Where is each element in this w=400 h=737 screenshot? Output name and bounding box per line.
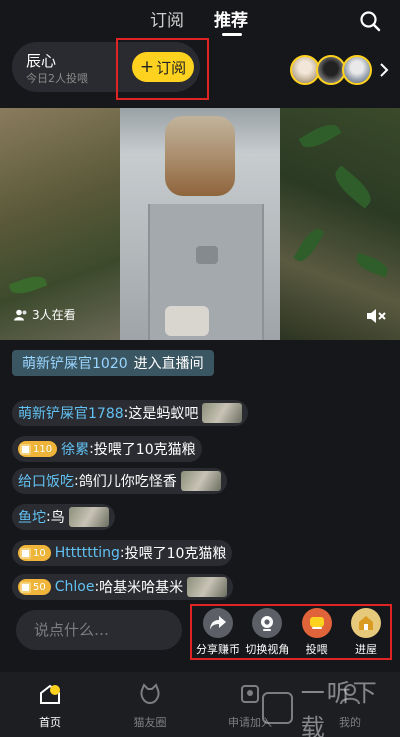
level-badge: 50 (18, 579, 51, 595)
feed-button[interactable]: 投喂 (293, 608, 341, 660)
chat-username[interactable]: 萌新铲屎官1788 (18, 403, 124, 423)
chat-text: 投喂了10克猫粮 (124, 546, 227, 562)
chat-message: 10 Htttttting : 投喂了10克猫粮 (12, 540, 233, 566)
switch-view-button[interactable]: 切换视角 (243, 608, 291, 660)
chat-text: 鸽们儿你吃怪香 (78, 474, 177, 490)
video-right-pane (270, 108, 400, 340)
chat-text: 鸟 (50, 510, 65, 526)
tab-indicator (222, 33, 242, 36)
nav-cat-circle-label: 猫友圈 (133, 716, 167, 729)
share-label: 分享赚币 (196, 643, 240, 656)
badge-icon (20, 547, 31, 559)
switch-view-label: 切换视角 (245, 643, 290, 656)
comment-input[interactable]: 说点什么… (16, 610, 182, 650)
streamer-subtitle: 今日2人投喂 (26, 72, 88, 85)
chat-text: 哈基米哈基米 (99, 580, 184, 596)
feeder-logo (196, 246, 218, 264)
nav-cat-circle[interactable]: 猫友圈 (100, 672, 200, 737)
tab-recommended[interactable]: 推荐 (214, 6, 248, 31)
chat-username[interactable]: Htttttting (55, 545, 120, 561)
chat-username[interactable]: 徐累 (61, 439, 89, 459)
tab-subscribed[interactable]: 订阅 (150, 6, 184, 31)
feed-label: 投喂 (305, 643, 328, 656)
chat-message: 萌新铲屎官1788 : 这是蚂蚁吧 (12, 400, 249, 426)
food-bowl-icon (301, 608, 332, 638)
level-number: 50 (33, 581, 46, 593)
watermark-logo (262, 692, 293, 724)
action-bar: 分享赚币 切换视角 投喂 进屋 (194, 608, 390, 660)
chat-text: 投喂了10克猫粮 (93, 442, 196, 458)
chat-message: 50 Chloe : 哈基米哈基米 (12, 574, 234, 600)
share-button[interactable]: 分享赚币 (194, 608, 242, 660)
chat-message: 给口饭吃 : 鸽们儿你吃怪香 (12, 468, 227, 494)
streamer-card[interactable]: 辰心 今日2人投喂 + 订阅 (12, 42, 200, 92)
streamer-name: 辰心 (26, 52, 57, 70)
chat-username[interactable]: 给口饭吃 (18, 471, 74, 491)
cat-face-icon (140, 683, 160, 705)
watermark-text: 一听下载 (300, 679, 379, 737)
level-number: 110 (33, 443, 53, 455)
viewer-count-text: 3人在看 (32, 308, 76, 322)
level-badge: 110 (18, 441, 58, 457)
chat-username[interactable]: 鱼坨 (18, 507, 46, 527)
people-icon (14, 309, 27, 320)
viewer-count: 3人在看 (14, 306, 76, 323)
search-icon[interactable] (358, 9, 382, 33)
enter-room-label: 进屋 (354, 643, 377, 656)
camera-icon (252, 608, 283, 638)
house-icon (350, 608, 381, 638)
chat-thumbnail[interactable] (187, 577, 228, 597)
avatar[interactable] (342, 55, 372, 85)
top-bar: 订阅 推荐 (0, 0, 400, 44)
chat-thumbnail[interactable] (202, 403, 243, 423)
subscribe-button[interactable]: + 订阅 (132, 52, 194, 82)
viewer-avatars[interactable] (290, 52, 390, 88)
chat-thumbnail[interactable] (68, 507, 109, 527)
chat-thumbnail[interactable] (180, 471, 221, 491)
chat-text: 这是蚂蚁吧 (128, 406, 199, 422)
nav-home-label: 首页 (39, 716, 61, 729)
feeder-bowl (165, 306, 209, 336)
badge-icon (20, 581, 31, 593)
enter-room-button[interactable]: 进屋 (342, 608, 390, 660)
chat-username[interactable]: Chloe (55, 579, 95, 595)
nav-home[interactable]: 首页 (0, 672, 100, 737)
watermark: 一听下载 (262, 679, 400, 737)
chevron-right-icon[interactable] (378, 62, 390, 78)
level-badge: 10 (18, 545, 51, 561)
share-icon (203, 608, 233, 638)
chat-message: 鱼坨 : 鸟 (12, 504, 115, 530)
enter-notification: 萌新铲屎官1020 进入直播间 (12, 350, 214, 376)
chat-message: 110 徐累 : 投喂了10克猫粮 (12, 436, 202, 462)
enter-action: 进入直播间 (133, 356, 204, 372)
home-icon (40, 684, 60, 704)
plus-icon: + (139, 56, 155, 77)
badge-icon (20, 443, 31, 455)
level-number: 10 (33, 547, 46, 559)
feeder-food-jar (165, 116, 235, 196)
subscribe-label: 订阅 (156, 58, 187, 77)
apply-icon (241, 685, 259, 703)
enter-username: 萌新铲屎官1020 (22, 356, 128, 372)
mute-icon[interactable] (366, 308, 386, 324)
live-video[interactable]: 3人在看 (0, 108, 400, 340)
